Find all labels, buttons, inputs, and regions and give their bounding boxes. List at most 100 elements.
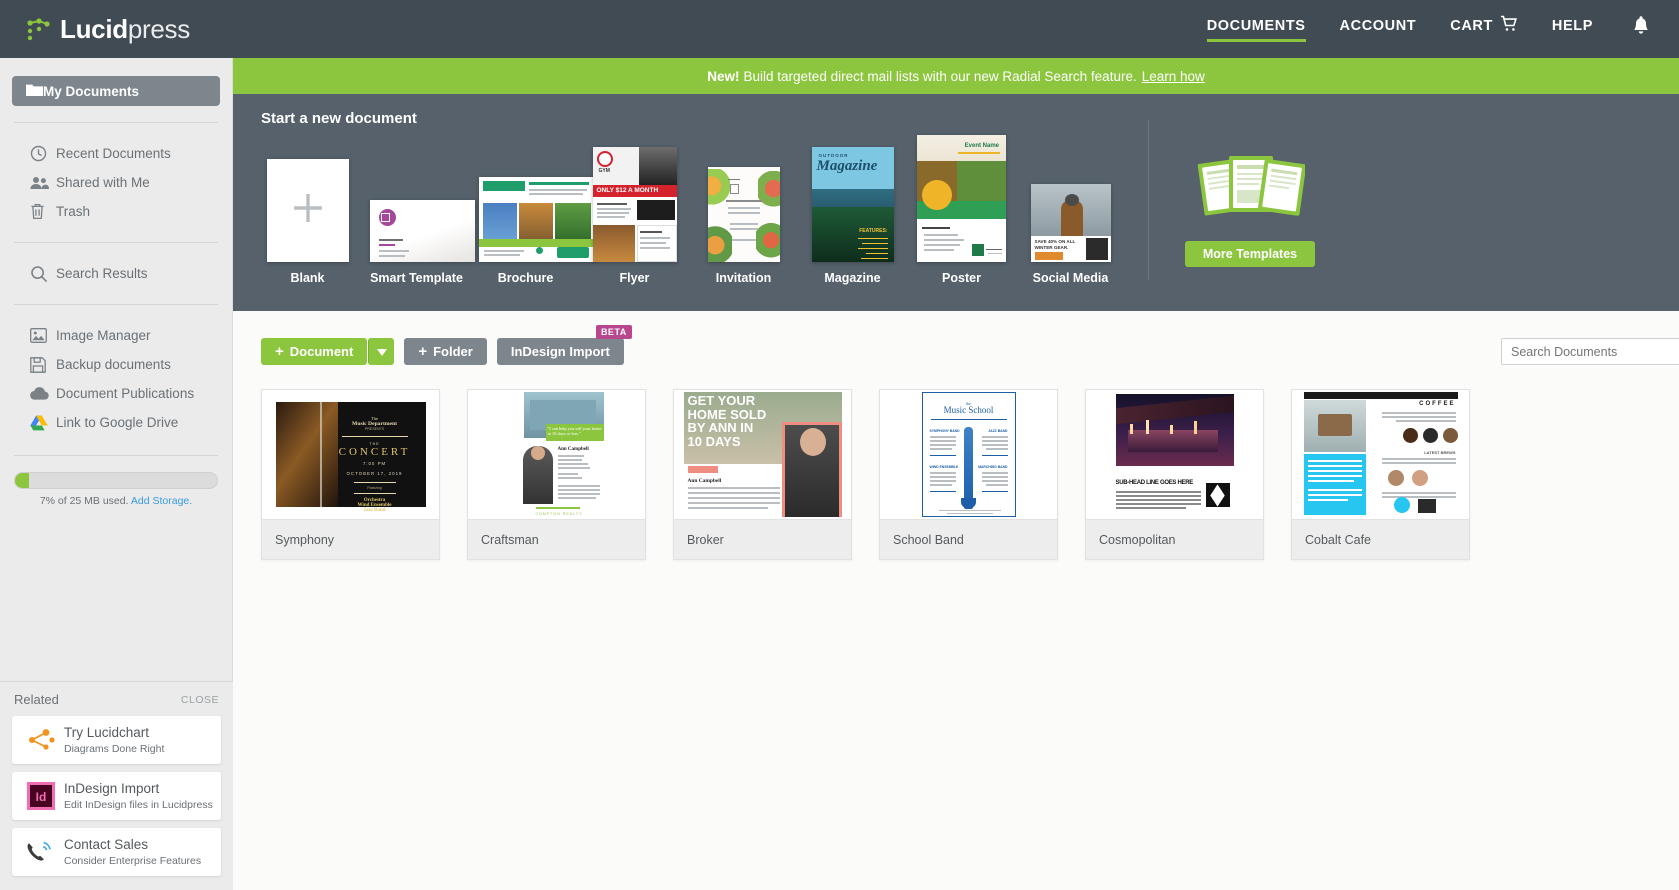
indesign-import-button[interactable]: BETA InDesign Import [496,325,632,365]
document-card-cobalt-cafe[interactable]: COFFEE LATEST BREWS Cobalt Cafe [1291,389,1470,560]
new-folder-button[interactable]: + Folder [404,338,487,365]
related-indesign-title: InDesign Import [64,781,160,797]
floppy-icon [30,356,56,373]
related-card-indesign-import[interactable]: Id InDesign Import Edit InDesign files i… [12,772,221,820]
sidebar-item-document-publications[interactable]: Document Publications [0,379,232,408]
template-smart-template[interactable]: Smart Template [370,200,475,285]
storage-used-label: 7% of 25 MB used. [39,495,129,507]
hero-section: New! Build targeted direct mail lists wi… [233,58,1679,311]
add-storage-link[interactable]: Add Storage. [131,495,192,507]
template-invitation[interactable]: Invitation [697,167,790,285]
search-icon [30,265,56,283]
nav-help[interactable]: HELP [1552,18,1593,41]
nav-documents-label: DOCUMENTS [1206,17,1306,34]
logo-text-bold: Lucid [60,13,128,44]
sidebar-item-search-results[interactable]: Search Results [0,259,232,288]
template-brochure-label: Brochure [497,271,554,285]
related-lucidchart-sub: Diagrams Done Right [64,742,165,755]
sidebar-my-documents-label: My Documents [43,83,140,99]
sidebar-item-recent-documents[interactable]: Recent Documents [0,139,232,168]
document-thumbnail: the Music School SYMPHONY BAND JAZZ BAND [880,390,1057,519]
beta-badge: BETA [595,325,632,339]
related-header: Related CLOSE [12,692,221,707]
svg-text:Id: Id [36,790,47,804]
document-card-school-band[interactable]: the Music School SYMPHONY BAND JAZZ BAND [879,389,1058,560]
more-templates-button[interactable]: More Templates [1185,241,1315,267]
template-invitation-label: Invitation [715,271,772,285]
clock-icon [30,145,56,162]
top-navigation: DOCUMENTS ACCOUNT CART HELP [1173,15,1679,43]
lucidchart-icon [24,728,58,752]
promo-bold: New! [707,68,740,84]
document-thumbnail: The Music Department PRESENTS THE CONCER… [262,390,439,519]
sidebar-divider-4 [14,455,218,456]
related-close-button[interactable]: CLOSE [181,694,219,706]
document-name: Symphony [262,519,439,559]
document-card-broker[interactable]: GET YOUR HOME SOLD BY ANN IN 10 DAYS Ann Ca… [673,389,852,560]
sidebar-item-link-to-google-drive[interactable]: Link to Google Drive [0,408,232,437]
nav-account[interactable]: ACCOUNT [1340,18,1417,41]
indesign-icon: Id [24,782,58,810]
logo-text-light: press [127,13,190,44]
app-logo[interactable]: Lucidpress [26,14,190,45]
sidebar-recent-documents-label: Recent Documents [56,146,171,161]
template-social-media-label: Social Media [1032,271,1109,285]
storage-text: 7% of 25 MB used. Add Storage. [14,495,218,507]
sidebar-item-shared-with-me[interactable]: Shared with Me [0,168,232,197]
related-card-lucidchart[interactable]: Try Lucidchart Diagrams Done Right [12,716,221,764]
bell-icon[interactable] [1631,15,1651,43]
storage-bar-fill [15,473,30,488]
document-card-symphony[interactable]: The Music Department PRESENTS THE CONCER… [261,389,440,560]
template-social-media[interactable]: SAVE 40% ON ALL WINTER GEAR. Social Medi… [1024,184,1117,285]
document-card-cosmopolitan[interactable]: SUB-HEAD LINE GOES HERE Cosmopolitan [1085,389,1264,560]
template-blank[interactable]: Blank [261,159,354,285]
chevron-down-icon [376,344,387,359]
new-folder-label: Folder [433,344,473,359]
indesign-import-label: InDesign Import [510,344,610,359]
plus-icon: + [275,343,284,360]
sidebar-image-manager-label: Image Manager [56,328,151,343]
trash-icon [30,203,56,220]
storage-bar [14,472,218,489]
sidebar-trash-label: Trash [56,204,91,219]
template-brochure[interactable]: Brochure [479,177,595,285]
template-flyer[interactable]: GYM ONLY $12 A MONTH Flyer [588,147,681,285]
template-magazine[interactable]: OUTDOOR Magazine FEATURES: Magazine [806,147,899,285]
promo-learn-how-link[interactable]: Learn how [1142,69,1205,84]
nav-cart-label: CART [1450,17,1493,34]
document-name: Cobalt Cafe [1292,519,1469,559]
sidebar-item-image-manager[interactable]: Image Manager [0,321,232,350]
document-thumbnail: "I can help you sell your home in 10 day… [468,390,645,519]
more-templates-block: More Templates [1185,148,1315,267]
related-card-contact-sales[interactable]: Contact Sales Consider Enterprise Featur… [12,828,221,876]
template-poster[interactable]: Event Name Poster [915,135,1008,285]
template-poster-label: Poster [942,271,981,285]
nav-cart[interactable]: CART [1450,15,1518,43]
sidebar-item-backup-documents[interactable]: Backup documents [0,350,232,379]
document-name: Craftsman [468,519,645,559]
document-card-craftsman[interactable]: "I can help you sell your home in 10 day… [467,389,646,560]
plus-icon [290,190,326,231]
sidebar-item-trash[interactable]: Trash [0,197,232,226]
promo-banner: New! Build targeted direct mail lists wi… [233,58,1679,94]
document-thumbnail: SUB-HEAD LINE GOES HERE [1086,390,1263,519]
new-document-dropdown[interactable] [368,338,395,365]
template-magazine-label: Magazine [824,271,881,285]
document-thumbnail: GET YOUR HOME SOLD BY ANN IN 10 DAYS Ann Ca… [674,390,851,519]
cart-icon [1500,15,1518,36]
related-title: Related [14,692,59,707]
search-documents-input[interactable] [1501,338,1679,365]
page-title: Start a new document [261,110,417,127]
logo-text: Lucidpress [60,14,190,45]
hero-divider [1148,120,1149,280]
templates-stack-icon[interactable] [1185,148,1315,225]
nav-documents[interactable]: DOCUMENTS [1206,17,1306,42]
related-lucidchart-title: Try Lucidchart [64,725,150,741]
documents-toolbar: + Document + Folder BETA InDesign Import [261,325,632,365]
sidebar-divider-3 [14,304,218,305]
top-bar: Lucidpress DOCUMENTS ACCOUNT CART HELP [0,0,1679,58]
new-document-button[interactable]: + Document [261,338,368,365]
google-drive-icon [30,415,56,431]
sidebar-item-my-documents[interactable]: My Documents [12,76,220,106]
lucidpress-logo-icon [26,17,52,41]
